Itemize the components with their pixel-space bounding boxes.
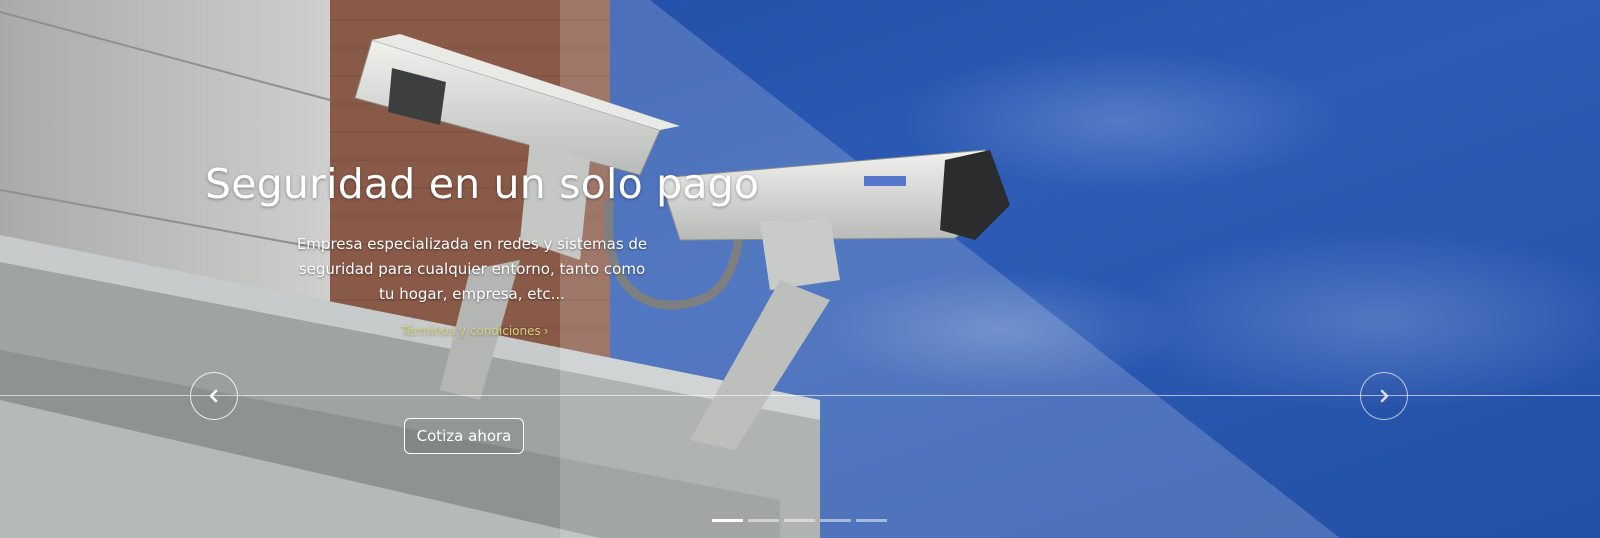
hero-carousel: Seguridad en un solo pago Empresa especi… bbox=[0, 0, 1600, 538]
chevron-right-icon bbox=[1380, 389, 1389, 403]
carousel-indicator-5[interactable] bbox=[856, 519, 887, 522]
carousel-indicator-4[interactable] bbox=[820, 519, 851, 522]
terms-link[interactable]: Términos y condiciones › bbox=[360, 324, 590, 338]
chevron-left-icon bbox=[209, 389, 218, 403]
chevron-right-small-icon: › bbox=[543, 324, 549, 338]
terms-link-label: Términos y condiciones bbox=[401, 324, 541, 338]
carousel-prev-button[interactable] bbox=[190, 372, 238, 420]
carousel-indicators bbox=[712, 519, 887, 522]
slide-content: Seguridad en un solo pago Empresa especi… bbox=[0, 0, 1600, 538]
carousel-indicator-2[interactable] bbox=[748, 519, 779, 522]
slide-description: Empresa especializada en redes y sistema… bbox=[296, 235, 648, 303]
quote-now-button[interactable]: Cotiza ahora bbox=[404, 418, 524, 454]
carousel-next-button[interactable] bbox=[1360, 372, 1408, 420]
carousel-indicator-1[interactable] bbox=[712, 519, 743, 522]
slide-title: Seguridad en un solo pago bbox=[205, 160, 760, 208]
carousel-indicator-3[interactable] bbox=[784, 519, 815, 522]
